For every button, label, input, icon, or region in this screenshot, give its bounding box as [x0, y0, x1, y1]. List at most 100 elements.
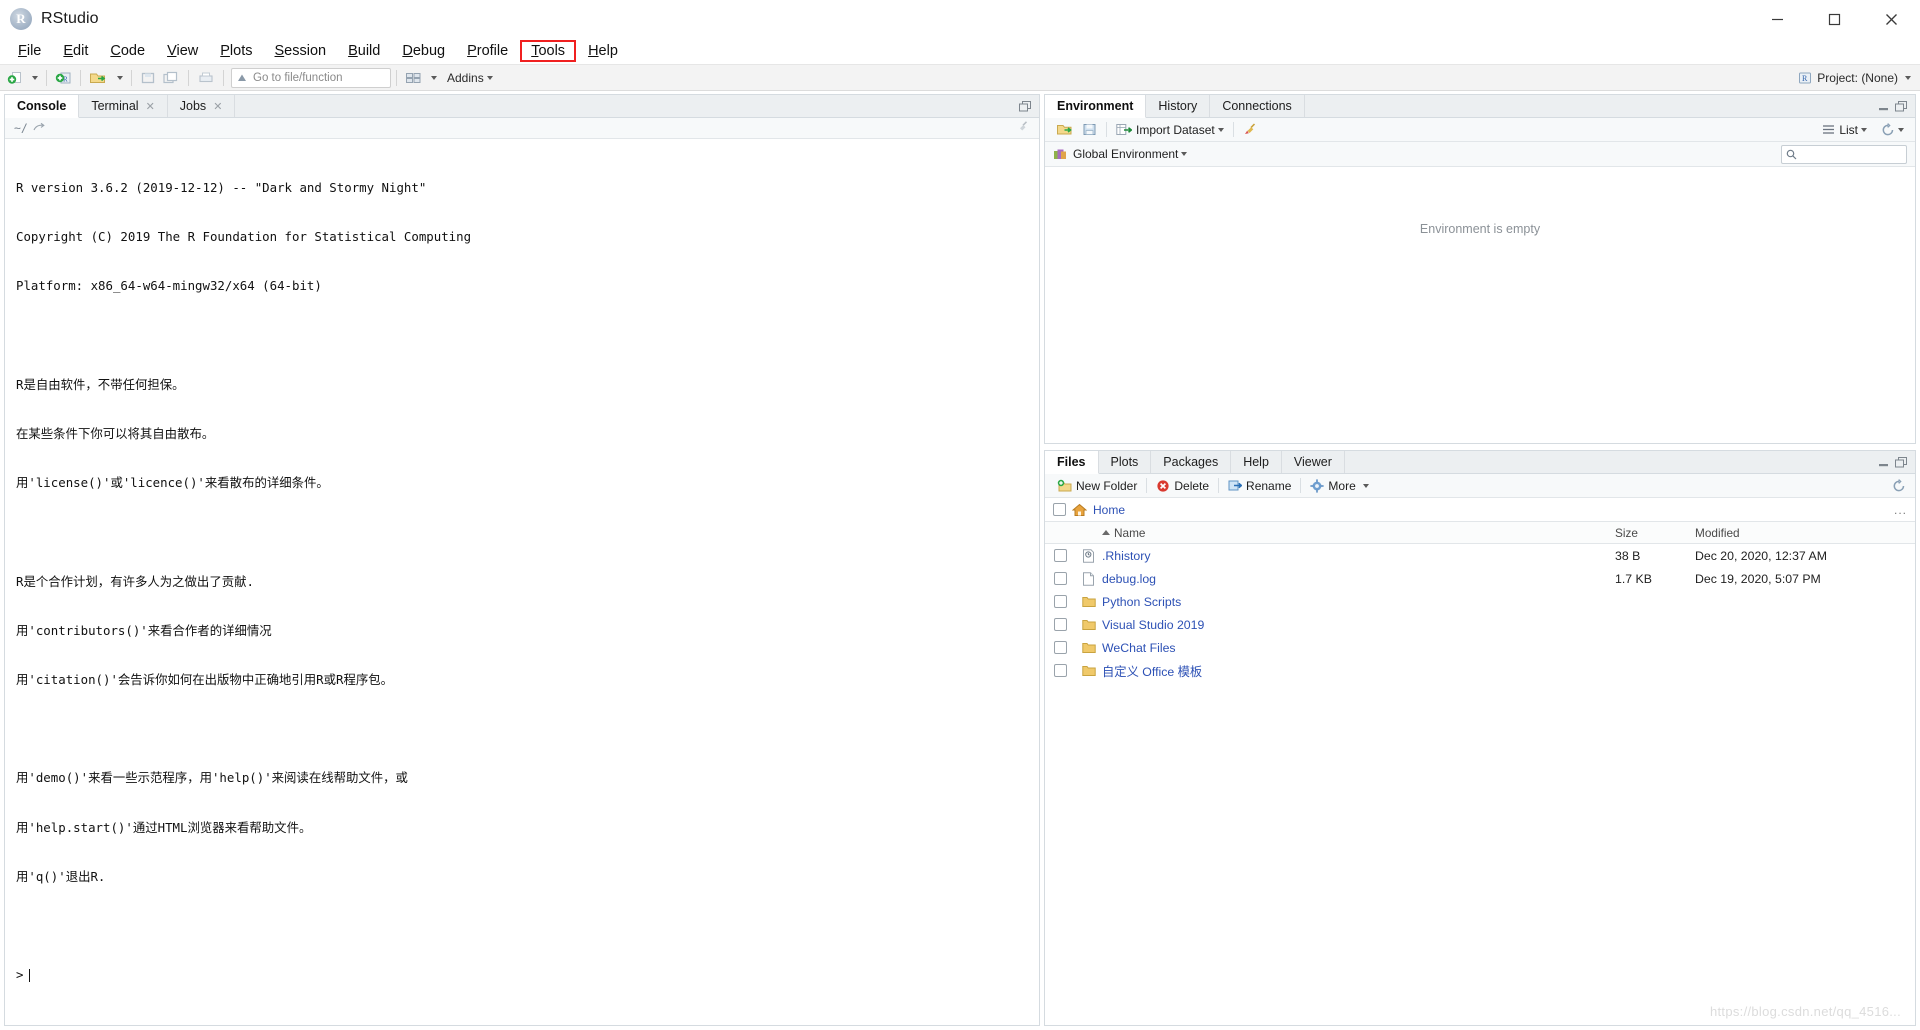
tab-history[interactable]: History — [1146, 95, 1211, 117]
tab-packages[interactable]: Packages — [1151, 451, 1232, 473]
environment-scope-bar: Global Environment — [1045, 142, 1915, 167]
minimize-icon[interactable] — [1878, 457, 1889, 468]
tab-help[interactable]: Help — [1231, 451, 1282, 473]
sort-ascending-icon — [1102, 530, 1110, 535]
file-name[interactable]: Visual Studio 2019 — [1102, 618, 1615, 632]
chevron-down-icon[interactable] — [1181, 152, 1188, 156]
file-name[interactable]: WeChat Files — [1102, 641, 1615, 655]
clear-environment-button[interactable] — [1239, 122, 1262, 137]
more-button[interactable]: More — [1305, 479, 1373, 493]
table-row[interactable]: WeChat Files — [1045, 636, 1915, 659]
row-checkbox[interactable] — [1053, 618, 1067, 631]
minimize-icon[interactable] — [1878, 101, 1889, 112]
menu-build[interactable]: Build — [337, 41, 391, 61]
files-panel: Files Plots Packages Help Viewer New Fol… — [1044, 450, 1916, 1026]
file-size: 38 B — [1615, 548, 1641, 563]
column-header-name[interactable]: Name — [1102, 526, 1615, 540]
file-name[interactable]: debug.log — [1102, 572, 1615, 586]
tab-jobs-label: Jobs — [179, 99, 207, 113]
menu-session[interactable]: Session — [264, 41, 338, 61]
new-file-dropdown[interactable] — [26, 67, 41, 88]
workspace-panes-button[interactable] — [402, 67, 425, 88]
maximize-icon[interactable] — [1806, 0, 1863, 38]
close-icon[interactable]: ✕ — [146, 100, 155, 113]
tab-terminal[interactable]: Terminal ✕ — [79, 95, 168, 117]
breadcrumb-overflow[interactable]: ... — [1894, 503, 1907, 517]
menu-view[interactable]: View — [156, 41, 209, 61]
breadcrumb-home[interactable]: Home — [1093, 503, 1125, 517]
console-prompt-row[interactable]: > — [16, 967, 1039, 983]
environment-search-input[interactable] — [1781, 144, 1907, 164]
column-header-size[interactable]: Size — [1615, 526, 1695, 540]
table-row[interactable]: Visual Studio 2019 — [1045, 613, 1915, 636]
refresh-environment-button[interactable] — [1877, 122, 1908, 137]
environment-view-mode[interactable]: List — [1818, 123, 1871, 137]
tab-jobs[interactable]: Jobs ✕ — [167, 95, 236, 117]
select-all-checkbox[interactable] — [1053, 503, 1066, 516]
row-checkbox[interactable] — [1053, 664, 1067, 677]
maximize-icon[interactable] — [1019, 100, 1032, 112]
goto-file-input[interactable]: Go to file/function — [231, 67, 391, 88]
tab-console[interactable]: Console — [5, 95, 80, 118]
file-name[interactable]: Python Scripts — [1102, 595, 1615, 609]
project-icon: R — [1799, 72, 1812, 83]
tab-connections[interactable]: Connections — [1210, 95, 1305, 117]
row-checkbox[interactable] — [1053, 549, 1067, 562]
clear-console-icon[interactable] — [1016, 120, 1039, 137]
print-button[interactable] — [194, 67, 218, 88]
maximize-icon[interactable] — [1895, 456, 1908, 468]
tab-viewer[interactable]: Viewer — [1281, 451, 1345, 473]
file-name[interactable]: 自定义 Office 模板 — [1102, 662, 1615, 680]
row-checkbox[interactable] — [1053, 595, 1067, 608]
menu-debug[interactable]: Debug — [391, 41, 456, 61]
table-row[interactable]: .Rhistory 38 B Dec 20, 2020, 12:37 AM — [1045, 544, 1915, 567]
save-workspace-button[interactable] — [1078, 122, 1101, 137]
load-workspace-button[interactable] — [1052, 122, 1078, 137]
save-button[interactable] — [137, 67, 159, 88]
menu-code[interactable]: Code — [99, 41, 156, 61]
open-file-button[interactable] — [86, 67, 111, 88]
new-folder-button[interactable]: New Folder — [1052, 479, 1142, 493]
tab-files[interactable]: Files — [1045, 451, 1099, 474]
window-title: RStudio — [41, 10, 99, 27]
new-file-button[interactable] — [4, 67, 26, 88]
menu-profile[interactable]: Profile — [456, 41, 519, 61]
new-project-button[interactable]: R — [52, 67, 75, 88]
menu-edit[interactable]: Edit — [52, 41, 99, 61]
maximize-icon[interactable] — [1895, 100, 1908, 112]
console-working-dir[interactable]: ~/ — [14, 121, 28, 135]
tab-environment[interactable]: Environment — [1045, 95, 1147, 118]
delete-button[interactable]: Delete — [1151, 479, 1214, 493]
row-checkbox[interactable] — [1053, 572, 1067, 585]
tab-plots[interactable]: Plots — [1098, 451, 1152, 473]
file-name[interactable]: .Rhistory — [1102, 549, 1615, 563]
minimize-icon[interactable] — [1749, 0, 1806, 38]
tab-plots-label: Plots — [1110, 455, 1139, 469]
menu-plots[interactable]: Plots — [209, 41, 263, 61]
delete-icon — [1157, 479, 1169, 492]
import-dataset-button[interactable]: Import Dataset — [1112, 123, 1228, 137]
console-line: 在某些条件下你可以将其自由散布。 — [16, 425, 215, 441]
table-row[interactable]: debug.log 1.7 KB Dec 19, 2020, 5:07 PM — [1045, 567, 1915, 590]
rename-button[interactable]: Rename — [1223, 479, 1296, 493]
console-output[interactable]: R version 3.6.2 (2019-12-12) -- "Dark an… — [5, 139, 1039, 1025]
menu-tools[interactable]: Tools — [520, 40, 577, 62]
open-in-explorer-icon[interactable] — [33, 121, 46, 136]
open-file-dropdown[interactable] — [111, 67, 126, 88]
table-row[interactable]: Python Scripts — [1045, 590, 1915, 613]
console-line: R version 3.6.2 (2019-12-12) -- "Dark an… — [16, 179, 427, 195]
addins-button[interactable]: Addins — [444, 67, 496, 88]
menu-help[interactable]: Help — [577, 41, 629, 61]
goto-arrow-icon — [238, 74, 246, 81]
table-row[interactable]: 自定义 Office 模板 — [1045, 659, 1915, 682]
save-all-button[interactable] — [159, 67, 183, 88]
menu-file[interactable]: File — [7, 41, 52, 61]
project-dropdown-icon[interactable] — [1905, 75, 1911, 80]
refresh-icon[interactable] — [1892, 478, 1906, 493]
row-checkbox[interactable] — [1053, 641, 1067, 654]
menu-bar: File Edit Code View Plots Session Build … — [0, 38, 1920, 64]
column-header-modified[interactable]: Modified — [1695, 526, 1915, 540]
workspace-panes-dropdown[interactable] — [425, 67, 440, 88]
close-icon[interactable] — [1863, 0, 1920, 38]
close-icon[interactable]: ✕ — [213, 100, 222, 113]
